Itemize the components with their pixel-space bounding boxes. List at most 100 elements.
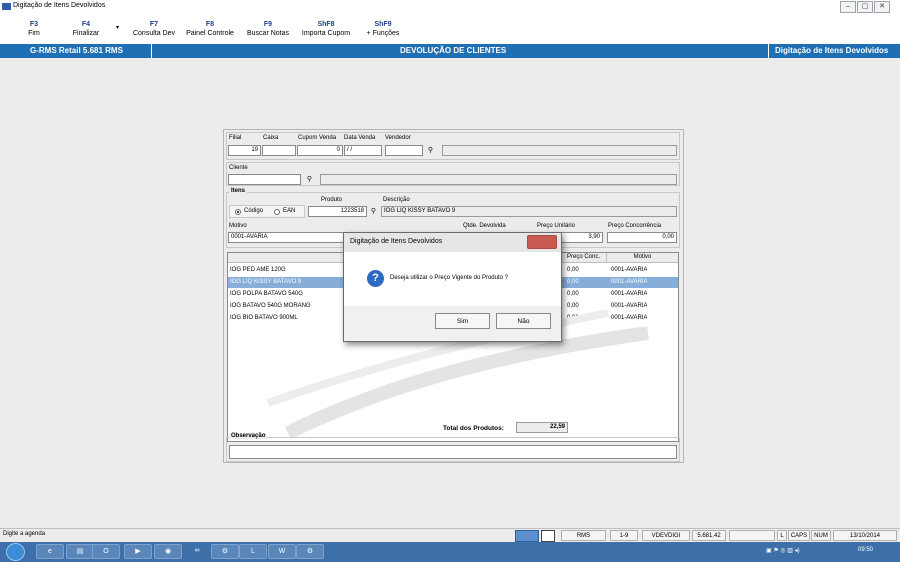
status-date: 13/10/2014 <box>833 530 897 541</box>
cliente-name-field <box>320 174 677 185</box>
qtde-label: Qtde. Devolvida <box>463 223 506 229</box>
header-divider <box>768 44 769 58</box>
key-label: F9 <box>263 21 273 28</box>
key-label: ShF8 <box>317 21 335 28</box>
f9-buscar-notas-button[interactable]: F9 Buscar Notas <box>243 20 293 39</box>
restore-icon[interactable]: ▢ <box>857 1 873 13</box>
rms-app-icon[interactable]: ⚙ <box>211 544 239 559</box>
file-explorer-icon[interactable]: ▤ <box>66 544 94 559</box>
key-label: F4 <box>81 21 91 28</box>
question-icon: ? <box>367 270 384 287</box>
button-label: Importa Cupom <box>301 30 351 37</box>
tray-icons: ▣ ⚑ ◎ ▥ ◂) <box>766 548 800 554</box>
key-label: F7 <box>149 21 159 28</box>
data-venda-field[interactable]: / / <box>344 145 382 156</box>
f4-finalizar-button[interactable]: F4 Finalizar <box>66 20 106 39</box>
keyboard-icon <box>515 530 539 542</box>
document-icon <box>541 530 555 542</box>
itens-group-title: Itens <box>229 188 248 194</box>
cupom-field[interactable]: 0 <box>297 145 343 156</box>
internet-explorer-icon[interactable]: e <box>36 544 64 559</box>
ean-radio-label: EAN <box>283 208 296 214</box>
motivo-label: Motivo <box>229 223 247 229</box>
vendedor-label: Vendedor <box>385 135 411 141</box>
windows-taskbar: e ▤ O ▶ ◉ ∞ ⚙ L W ⚙ ▣ ⚑ ◎ ▥ ◂) 09:50 <box>0 542 900 562</box>
shf8-importa-cupom-button[interactable]: ShF8 Importa Cupom <box>297 20 355 39</box>
screen-subtitle: Digitação de Itens Devolvidos <box>775 46 889 55</box>
window-title: Digitação de Itens Devolvidos <box>13 2 106 9</box>
key-label: ShF9 <box>374 21 392 28</box>
ean-radio[interactable] <box>274 209 280 215</box>
caixa-label: Caixa <box>263 135 279 141</box>
preco-concorrencia-field[interactable]: 0,00 <box>607 232 677 243</box>
status-range: 1-9 <box>610 530 638 541</box>
status-num: NUM <box>811 530 831 541</box>
outlook-icon[interactable]: O <box>92 544 120 559</box>
codigo-radio[interactable] <box>235 209 241 215</box>
key-label: F3 <box>29 21 39 28</box>
cupom-label: Cupom Venda <box>298 135 337 141</box>
f3-fim-button[interactable]: F3 Fim <box>14 20 54 39</box>
binoculars-search-icon[interactable]: ⚲ <box>304 176 315 184</box>
vendedor-name-field <box>442 145 677 156</box>
observacao-label: Observação <box>229 433 268 439</box>
dialog-titlebar: Digitação de Itens Devolvidos <box>344 233 561 252</box>
rms-window-icon[interactable]: ⚙ <box>296 544 324 559</box>
shf9-mais-funcoes-button[interactable]: ShF9 + Funções <box>362 20 404 39</box>
status-version: 5.681.42 <box>692 530 726 541</box>
nao-button[interactable]: Não <box>496 313 551 329</box>
header-divider <box>151 44 152 58</box>
status-l: L <box>777 530 787 541</box>
total-field: 22,59 <box>516 422 568 433</box>
dialog-close-icon[interactable] <box>527 235 557 249</box>
filial-label: Filial <box>229 135 242 141</box>
caixa-field[interactable] <box>262 145 296 156</box>
key-label: F8 <box>205 21 215 28</box>
status-blank <box>729 530 775 541</box>
window-titlebar: Digitação de Itens Devolvidos – ▢ ✕ <box>0 0 900 14</box>
vendedor-field[interactable] <box>385 145 423 156</box>
cliente-label: Cliente <box>229 165 248 171</box>
app-logo-icon <box>2 3 11 10</box>
status-bar: Digite a agenda RMS 1-9 VDEVDIGI 5.681.4… <box>0 528 900 542</box>
descricao-field: IOG LIQ KISSY BATAVO 9 <box>381 206 677 217</box>
lync-icon[interactable]: L <box>239 544 267 559</box>
observacao-field[interactable] <box>229 445 677 459</box>
binoculars-search-icon[interactable]: ⚲ <box>368 208 379 216</box>
preco-unitario-field[interactable]: 3,90 <box>560 232 603 243</box>
word-icon[interactable]: W <box>268 544 296 559</box>
start-button-icon[interactable] <box>6 543 25 561</box>
module-header: G-RMS Retail 5.681 RMS DEVOLUÇÃO DE CLIE… <box>0 44 900 58</box>
minimize-icon[interactable]: – <box>840 1 856 13</box>
screen-title: DEVOLUÇÃO DE CLIENTES <box>400 46 507 55</box>
total-label: Total dos Produtos: <box>443 425 504 432</box>
button-label: Fim <box>28 30 40 37</box>
sim-button[interactable]: Sim <box>435 313 490 329</box>
f7-consulta-dev-button[interactable]: F7 Consulta Dev <box>130 20 178 39</box>
clock: 09:50 <box>858 547 874 553</box>
f8-painel-controle-button[interactable]: F8 Painel Controle <box>183 20 237 39</box>
status-program: VDEVDIGI <box>642 530 690 541</box>
confirm-dialog: Digitação de Itens Devolvidos ? Deseja u… <box>343 232 562 342</box>
motivo-field[interactable]: 0001-AVARIA <box>228 232 348 243</box>
codigo-radio-label: Código <box>244 208 264 214</box>
produto-field[interactable]: 1223518 <box>308 206 367 217</box>
cliente-field[interactable] <box>228 174 301 185</box>
system-version: G-RMS Retail 5.681 RMS <box>30 46 123 55</box>
descricao-label: Descrição <box>383 197 410 203</box>
function-toolbar: F3 Fim F4 Finalizar ▾ F7 Consulta Dev F8… <box>0 14 900 44</box>
button-label: Consulta Dev <box>132 30 176 37</box>
dialog-title: Digitação de Itens Devolvidos <box>350 238 443 245</box>
media-player-icon[interactable]: ▶ <box>124 544 152 559</box>
status-caps: CAPS <box>788 530 810 541</box>
close-icon[interactable]: ✕ <box>874 1 890 13</box>
app-icon[interactable]: ◉ <box>154 544 182 559</box>
link-icon[interactable]: ∞ <box>183 544 211 559</box>
chevron-down-icon[interactable]: ▾ <box>116 24 119 31</box>
filial-field[interactable]: 19 <box>228 145 261 156</box>
data-venda-label: Data Venda <box>344 135 376 141</box>
produto-label: Produto <box>321 197 343 203</box>
binoculars-search-icon[interactable]: ⚲ <box>425 147 436 155</box>
dialog-message: Deseja utilizar o Preço Vigente do Produ… <box>390 275 508 281</box>
button-label: Finalizar <box>72 30 100 37</box>
